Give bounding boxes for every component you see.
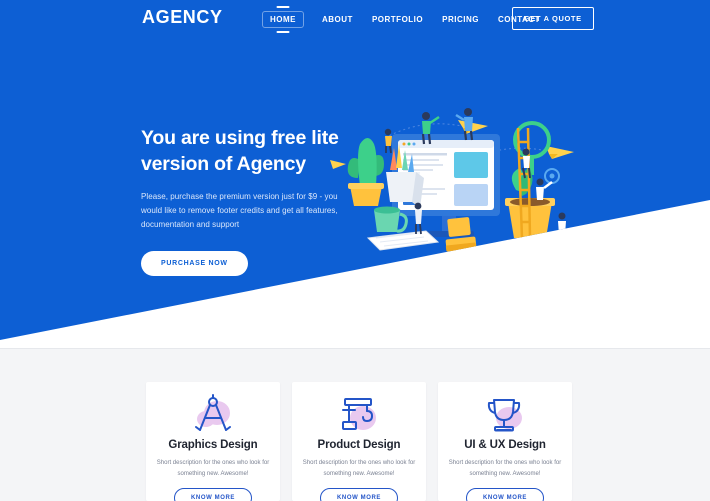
navbar: AGENCY HOME ABOUT PORTFOLIO PRICING CONT… [0,0,710,38]
service-card-ui-ux-design[interactable]: UI & UX Design Short description for the… [438,382,572,501]
know-more-button[interactable]: KNOW MORE [465,488,545,501]
nav-links: HOME ABOUT PORTFOLIO PRICING CONTACT [262,11,541,28]
nav-item-pricing[interactable]: PRICING [441,13,480,26]
service-card-graphics-design[interactable]: Graphics Design Short description for th… [146,382,280,501]
hero-title-line-2: version of Agency [141,152,306,175]
service-cards: Graphics Design Short description for th… [146,382,572,501]
purchase-now-button[interactable]: PURCHASE NOW [141,250,248,276]
card-description: Short description for the ones who look … [156,460,270,477]
nav-item-portfolio[interactable]: PORTFOLIO [371,13,424,26]
card-description: Short description for the ones who look … [448,460,562,477]
person-near-keyboard [414,202,422,235]
person-small-left [384,128,392,154]
card-title: UI & UX Design [464,439,546,451]
compass-divider-icon [146,392,280,438]
know-more-button[interactable]: KNOW MORE [173,488,253,501]
hero-subtitle: Please, purchase the premium version jus… [141,191,338,230]
card-description: Short description for the ones who look … [302,460,416,477]
cactus-plant [347,138,384,206]
card-title: Product Design [317,439,401,451]
know-more-button[interactable]: KNOW MORE [319,488,399,501]
hero-section: AGENCY HOME ABOUT PORTFOLIO PRICING CONT… [0,0,710,340]
paper-plane-icon [458,120,488,134]
nav-item-home[interactable]: HOME [262,11,304,28]
brand-logo[interactable]: AGENCY [142,7,223,28]
hero-title: You are using free lite version of Agenc… [141,126,356,178]
get-a-quote-button[interactable]: GET A QUOTE [512,7,594,30]
section-divider [0,348,710,349]
nav-item-about[interactable]: ABOUT [321,13,354,26]
workspace-desktop-illustration [330,98,580,263]
hero-title-line-1: You are using free lite [141,127,339,149]
crane-hook-icon [292,392,426,438]
page-root: AGENCY HOME ABOUT PORTFOLIO PRICING CONT… [0,0,710,501]
trophy-icon [438,392,572,438]
hero-content: You are using free lite version of Agenc… [141,126,356,276]
service-card-product-design[interactable]: Product Design Short description for the… [292,382,426,501]
card-title: Graphics Design [168,439,258,451]
